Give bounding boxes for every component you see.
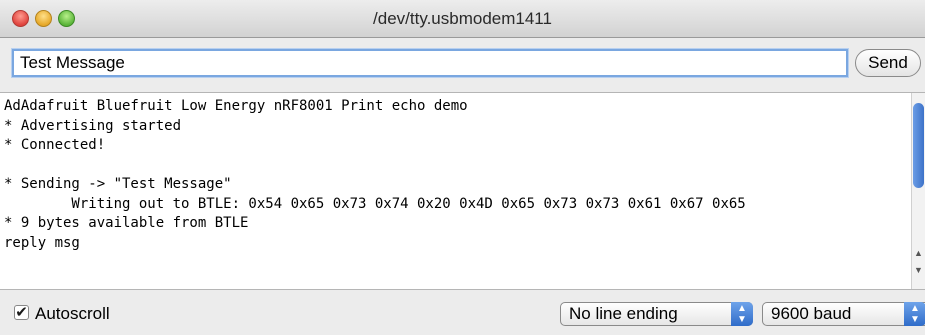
console-line: * Sending -> "Test Message" bbox=[4, 176, 232, 192]
send-row: Send bbox=[0, 38, 925, 92]
console-line: * Advertising started bbox=[4, 117, 182, 134]
message-input[interactable] bbox=[12, 49, 848, 77]
window-title: /dev/tty.usbmodem1411 bbox=[373, 9, 552, 28]
baud-rate-value: 9600 baud bbox=[771, 304, 852, 323]
serial-output-text: AdAdafruit Bluefruit Low Energy nRF8001 … bbox=[4, 97, 910, 253]
footer-bar: ✔ Autoscroll No line ending ▲ ▼ 9600 baud… bbox=[0, 290, 925, 335]
console-line: AdAdafruit Bluefruit Low Energy nRF8001 … bbox=[4, 98, 468, 114]
scroll-down-arrow-icon[interactable]: ▼ bbox=[914, 265, 923, 275]
scrollbar-thumb[interactable] bbox=[913, 103, 924, 188]
send-button[interactable]: Send bbox=[855, 49, 921, 77]
console-line: reply msg bbox=[4, 234, 80, 251]
up-down-arrows-icon: ▲ ▼ bbox=[731, 302, 753, 326]
scroll-up-arrow-icon[interactable]: ▲ bbox=[914, 248, 923, 258]
serial-output: AdAdafruit Bluefruit Low Energy nRF8001 … bbox=[0, 92, 925, 290]
line-ending-value: No line ending bbox=[569, 304, 678, 323]
console-line: Writing out to BTLE: 0x54 0x65 0x73 0x74… bbox=[4, 195, 746, 212]
vertical-scrollbar[interactable]: ▲ ▼ bbox=[911, 93, 925, 289]
serial-monitor-window: /dev/tty.usbmodem1411 Send AdAdafruit Bl… bbox=[0, 0, 925, 335]
title-bar: /dev/tty.usbmodem1411 bbox=[0, 0, 925, 38]
line-ending-select[interactable]: No line ending ▲ ▼ bbox=[560, 302, 753, 326]
baud-rate-select[interactable]: 9600 baud ▲ ▼ bbox=[762, 302, 925, 326]
autoscroll-checkbox[interactable]: ✔ bbox=[14, 305, 29, 320]
console-line: * 9 bytes available from BTLE bbox=[4, 215, 249, 231]
checkmark-icon: ✔ bbox=[15, 304, 28, 321]
console-line: * Connected! bbox=[4, 137, 106, 153]
up-down-arrows-icon: ▲ ▼ bbox=[904, 302, 925, 326]
autoscroll-label: Autoscroll bbox=[35, 304, 110, 323]
